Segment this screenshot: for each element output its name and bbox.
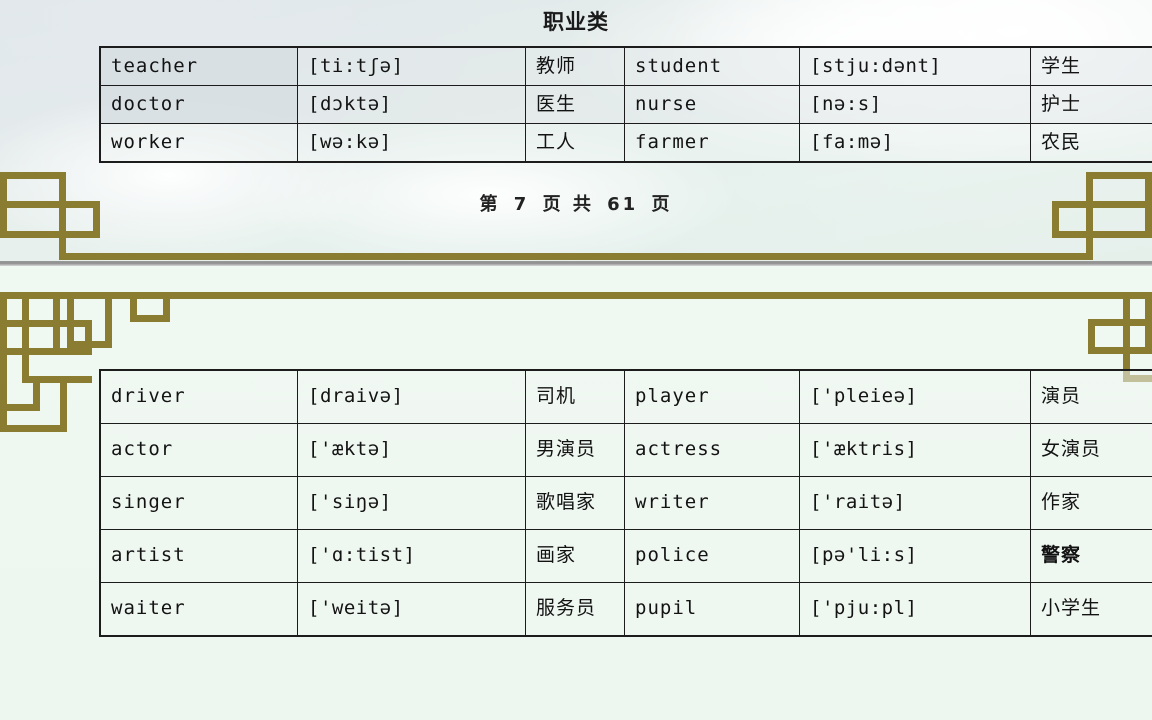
cell-word-ipa: [fa:mə] [799, 123, 1031, 163]
cell-word-ipa: [nə:s] [799, 85, 1031, 125]
slide-bottom: driver [draivə] 司机 player ['pleieə] 演员 a… [0, 266, 1152, 720]
cell-word-ipa: ['æktris] [799, 423, 1031, 477]
table-row: actor ['æktə] 男演员 actress ['æktris] 女演员 [99, 423, 1152, 477]
cell-word-ipa: ['siŋə] [297, 476, 526, 530]
cell-word-cn: 农民 [1030, 123, 1152, 163]
cell-word-ipa: [pə'li:s] [799, 529, 1031, 583]
slide-top: 职业类 teacher [ti:tʃə] 教师 student [stju:də… [0, 0, 1152, 263]
cell-word-en: police [624, 529, 800, 583]
page-title: 职业类 [543, 10, 609, 34]
cell-word-en: nurse [624, 85, 800, 125]
vocabulary-table-top: teacher [ti:tʃə] 教师 student [stju:dənt] … [99, 46, 1152, 164]
cell-word-ipa: ['ɑ:tist] [297, 529, 526, 583]
cell-word-ipa: [dɔktə] [297, 85, 526, 125]
cell-word-cn: 女演员 [1030, 423, 1152, 477]
cell-word-ipa: [wə:kə] [297, 123, 526, 163]
cell-word-en: player [624, 369, 800, 424]
table-row: waiter ['weitə] 服务员 pupil ['pju:pl] 小学生 [99, 582, 1152, 637]
cell-word-cn: 护士 [1030, 85, 1152, 125]
cell-word-en: driver [99, 369, 298, 424]
table-row: doctor [dɔktə] 医生 nurse [nə:s] 护士 [99, 85, 1152, 125]
cell-word-en: teacher [99, 46, 298, 87]
cell-word-cn: 医生 [525, 85, 625, 125]
table-row: teacher [ti:tʃə] 教师 student [stju:dənt] … [99, 46, 1152, 87]
cell-word-en: student [624, 46, 800, 87]
table-row: singer ['siŋə] 歌唱家 writer ['raitə] 作家 [99, 476, 1152, 530]
cell-word-ipa: ['pleieə] [799, 369, 1031, 424]
cell-word-cn: 教师 [525, 46, 625, 87]
cell-word-cn: 演员 [1030, 369, 1152, 424]
cell-word-cn: 学生 [1030, 46, 1152, 87]
cell-word-ipa: [draivə] [297, 369, 526, 424]
cell-word-cn: 工人 [525, 123, 625, 163]
ornament-footer-slide-top [0, 168, 1152, 263]
cell-word-ipa: ['pju:pl] [799, 582, 1031, 637]
cell-word-en: pupil [624, 582, 800, 637]
cell-word-ipa: [stju:dənt] [799, 46, 1031, 87]
cell-word-ipa: [ti:tʃə] [297, 46, 526, 87]
cell-word-cn: 画家 [525, 529, 625, 583]
cell-word-en: writer [624, 476, 800, 530]
table-row: artist ['ɑ:tist] 画家 police [pə'li:s] 警察 [99, 529, 1152, 583]
cell-word-en: farmer [624, 123, 800, 163]
cell-word-ipa: ['raitə] [799, 476, 1031, 530]
cell-word-ipa: ['weitə] [297, 582, 526, 637]
cell-word-en: waiter [99, 582, 298, 637]
table-row: worker [wə:kə] 工人 farmer [fa:mə] 农民 [99, 123, 1152, 163]
cell-word-en: doctor [99, 85, 298, 125]
cell-word-cn: 作家 [1030, 476, 1152, 530]
table-body: driver [draivə] 司机 player ['pleieə] 演员 a… [99, 369, 1152, 637]
vocabulary-table-bottom: driver [draivə] 司机 player ['pleieə] 演员 a… [99, 369, 1152, 637]
cell-word-cn: 服务员 [525, 582, 625, 637]
cell-word-en: worker [99, 123, 298, 163]
table-body: teacher [ti:tʃə] 教师 student [stju:dənt] … [99, 46, 1152, 163]
cell-word-cn: 小学生 [1030, 582, 1152, 637]
table-row: driver [draivə] 司机 player ['pleieə] 演员 [99, 369, 1152, 424]
cell-word-en: singer [99, 476, 298, 530]
slide-deck: 职业类 teacher [ti:tʃə] 教师 student [stju:də… [0, 0, 1152, 720]
cell-word-en: actress [624, 423, 800, 477]
cell-word-cn: 司机 [525, 369, 625, 424]
cell-word-cn: 男演员 [525, 423, 625, 477]
cell-word-en: actor [99, 423, 298, 477]
cell-word-ipa: ['æktə] [297, 423, 526, 477]
cell-word-en: artist [99, 529, 298, 583]
cell-word-cn: 歌唱家 [525, 476, 625, 530]
cell-word-cn: 警察 [1030, 529, 1152, 583]
